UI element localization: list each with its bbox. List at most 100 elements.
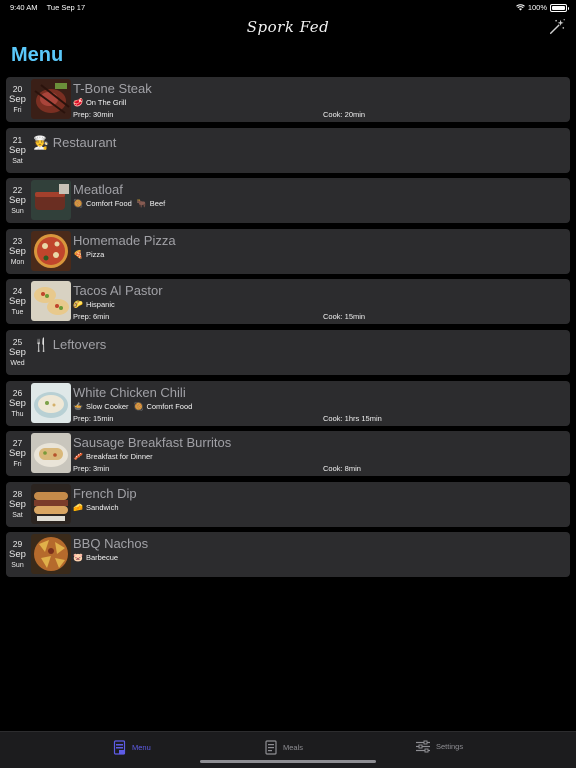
meal-tag: 🐂 Beef xyxy=(137,199,165,208)
meal-thumbnail xyxy=(31,180,71,221)
date-weekday: Tue xyxy=(11,309,24,317)
date-weekday: Sat xyxy=(12,511,23,519)
meal-tag: 🌮 Hispanic xyxy=(73,300,115,309)
meal-thumbnail xyxy=(31,281,71,322)
meal-name: White Chicken Chili xyxy=(73,384,186,400)
meal-name: Meatloaf xyxy=(73,182,123,198)
meal-thumbnail xyxy=(31,483,71,524)
date-day: 20 xyxy=(12,84,23,94)
day-card[interactable]: 29 Sep Sun BBQ Nachos 🐷 Barbecue xyxy=(6,532,570,578)
meal-tags: 🥘 Comfort Food 🐂 Beef xyxy=(73,199,165,208)
date-month: Sep xyxy=(9,144,26,156)
tag-emoji: 🐂 xyxy=(136,199,147,209)
day-card[interactable]: 23 Sep Mon Homemade Pizza 🍕 Pizza xyxy=(6,228,570,274)
tag-emoji: 🌮 xyxy=(73,300,83,310)
meal-tags: 🍲 Slow Cooker 🥘 Comfort Food xyxy=(73,402,192,411)
prep-time: Prep: 6min xyxy=(73,312,110,322)
menu-book-icon xyxy=(113,740,126,755)
day-card[interactable]: 21 Sep Sat 🧑‍🍳 Restaurant xyxy=(6,127,570,173)
meal-tags: 🥩 On The Grill xyxy=(73,98,126,107)
date-day: 25 xyxy=(12,336,23,347)
tab-settings[interactable]: Settings xyxy=(415,740,463,753)
meal-thumbnail xyxy=(31,534,71,575)
meal-thumbnail xyxy=(31,382,71,423)
tag-label: Sandwich xyxy=(85,502,119,512)
meal-tag: 🥘 Comfort Food xyxy=(73,199,132,208)
date-month: Sep xyxy=(9,94,26,105)
date-weekday: Thu xyxy=(11,410,24,418)
status-time: 9:40 AM xyxy=(10,3,38,12)
battery-percent: 100% xyxy=(527,3,547,12)
prep-time: Prep: 3min xyxy=(73,464,110,474)
date-column: 20 Sep Fri xyxy=(6,77,29,122)
date-month: Sep xyxy=(9,296,26,308)
meal-name: 🍴 Leftovers xyxy=(33,336,107,352)
date-column: 24 Sep Tue xyxy=(6,279,29,324)
tag-label: Comfort Food xyxy=(146,401,193,411)
tag-label: Breakfast for Dinner xyxy=(85,452,153,462)
date-day: 26 xyxy=(12,387,23,398)
day-card[interactable]: 24 Sep Tue Tacos Al Pastor 🌮 Hispanic Prep: 6m… xyxy=(6,279,570,325)
day-card[interactable]: 26 Sep Thu White Chicken Chili 🍲 Slow Cooker 🥘… xyxy=(6,380,570,426)
date-month: Sep xyxy=(9,448,26,460)
day-card[interactable]: 25 Sep Wed 🍴 Leftovers xyxy=(6,329,570,375)
date-column: 29 Sep Sun xyxy=(6,532,29,577)
tag-label: On The Grill xyxy=(85,98,127,107)
prep-time: Prep: 30min xyxy=(73,110,114,119)
meal-name: Sausage Breakfast Burritos xyxy=(73,435,232,451)
tab-meals[interactable]: Meals xyxy=(264,740,303,755)
magic-wand-icon[interactable] xyxy=(548,18,566,36)
meal-tag: 🥘 Comfort Food xyxy=(134,402,193,411)
meal-name: 🧑‍🍳 Restaurant xyxy=(33,134,117,150)
wifi-icon xyxy=(515,4,525,11)
meal-name: French Dip xyxy=(73,485,137,501)
date-weekday: Wed xyxy=(10,359,25,367)
meal-tags: 🌮 Hispanic xyxy=(73,300,115,309)
date-column: 21 Sep Sat xyxy=(6,128,29,173)
day-card[interactable]: 28 Sep Sat French Dip 🧀 Sandwich xyxy=(6,481,570,527)
meal-tag: 🍕 Pizza xyxy=(73,250,104,259)
date-column: 27 Sep Fri xyxy=(6,431,29,476)
tag-emoji: 🥓 xyxy=(73,452,83,462)
tag-label: Barbecue xyxy=(85,553,119,563)
date-month: Sep xyxy=(9,346,26,358)
meal-tags: 🥓 Breakfast for Dinner xyxy=(73,452,153,461)
day-card[interactable]: 20 Sep Fri T-Bone Steak 🥩 On The Grill Prep: 3… xyxy=(6,77,570,122)
tag-label: Hispanic xyxy=(85,300,115,310)
date-month: Sep xyxy=(9,397,26,409)
cook-time: Cook: 1hrs 15min xyxy=(323,413,382,423)
tab-menu[interactable]: Menu xyxy=(113,740,151,755)
date-month: Sep xyxy=(9,498,26,510)
status-date: Tue Sep 17 xyxy=(46,3,86,12)
date-day: 27 xyxy=(12,438,23,449)
tab-meals-label: Meals xyxy=(283,743,304,752)
day-card[interactable]: 27 Sep Fri Sausage Breakfast Burritos 🥓 Break… xyxy=(6,431,570,477)
tag-label: Slow Cooker xyxy=(85,401,129,411)
sliders-icon xyxy=(416,740,430,753)
meal-tags: 🧀 Sandwich xyxy=(73,503,119,512)
meal-tag: 🥓 Breakfast for Dinner xyxy=(73,452,153,461)
home-indicator xyxy=(200,760,376,763)
battery-icon xyxy=(550,3,569,12)
tag-emoji: 🥩 xyxy=(73,98,83,107)
day-card[interactable]: 22 Sep Sun Meatloaf 🥘 Comfort Food 🐂 Beef xyxy=(6,178,570,224)
date-column: 23 Sep Mon xyxy=(6,229,29,274)
date-column: 28 Sep Sat xyxy=(6,482,29,527)
date-weekday: Sun xyxy=(11,562,24,570)
date-day: 29 xyxy=(12,539,23,550)
date-day: 22 xyxy=(12,185,23,196)
meal-tag: 🥩 On The Grill xyxy=(73,98,126,107)
tag-emoji: 🥘 xyxy=(133,401,144,411)
meal-thumbnail xyxy=(31,433,71,474)
status-bar: 9:40 AM Tue Sep 17 100% xyxy=(0,0,576,14)
tag-label: Pizza xyxy=(85,249,105,259)
tag-emoji: 🧀 xyxy=(73,502,83,512)
tab-settings-label: Settings xyxy=(436,742,464,751)
meal-tags: 🍕 Pizza xyxy=(73,250,104,259)
meal-name: Homemade Pizza xyxy=(73,232,176,248)
recipe-card-icon xyxy=(265,740,277,755)
tag-label: Beef xyxy=(149,199,166,209)
app-title: Spork Fed xyxy=(246,18,330,36)
tag-emoji: 🐷 xyxy=(73,553,83,563)
date-month: Sep xyxy=(9,195,26,207)
